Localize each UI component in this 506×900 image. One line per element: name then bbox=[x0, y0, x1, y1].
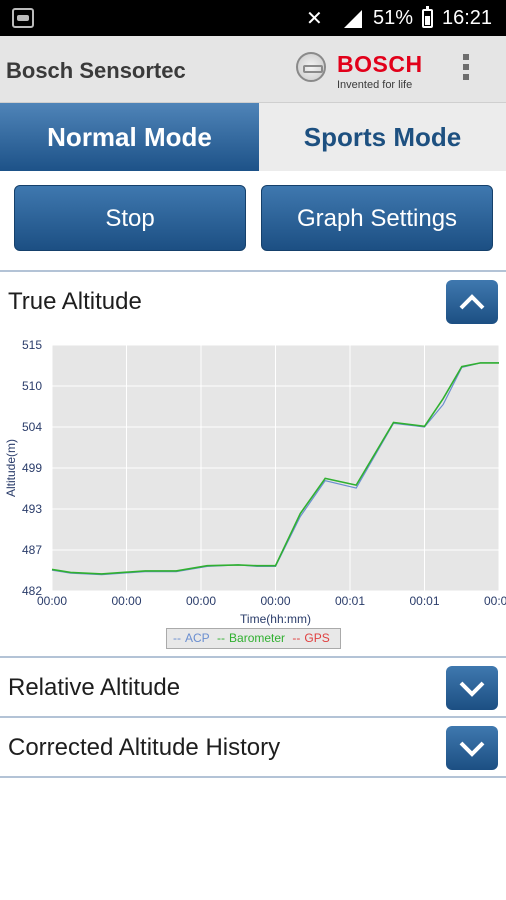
y-tick-label: 482 bbox=[22, 584, 42, 598]
status-bar: ✕ 51% 16:21 bbox=[0, 0, 506, 36]
altitude-chart: 00:0000:0000:0000:0000:0100:0100:0151551… bbox=[0, 328, 506, 654]
chevron-down-icon bbox=[459, 681, 485, 697]
section-corrected-altitude-history: Corrected Altitude History bbox=[0, 716, 506, 778]
legend-acp: ACP bbox=[185, 631, 210, 645]
battery-icon bbox=[422, 6, 433, 28]
x-tick-label: 00:01 bbox=[335, 594, 365, 608]
x-tick-label: 00:00 bbox=[260, 594, 290, 608]
y-tick-label: 504 bbox=[22, 420, 42, 434]
mute-icon: ✕ bbox=[306, 6, 323, 30]
app-title: Bosch Sensortec bbox=[6, 58, 186, 83]
x-tick-label: 00:00 bbox=[186, 594, 216, 608]
altitude-chart-svg: 00:0000:0000:0000:0000:0100:0100:0151551… bbox=[4, 338, 506, 626]
tab-sports-mode[interactable]: Sports Mode bbox=[259, 103, 506, 171]
signal-icon bbox=[344, 10, 362, 28]
y-tick-label: 510 bbox=[22, 379, 42, 393]
mode-tabs: Normal Mode Sports Mode bbox=[0, 103, 506, 171]
x-axis-label: Time(hh:mm) bbox=[240, 612, 311, 626]
notification-app-icon bbox=[12, 8, 34, 28]
stop-button[interactable]: Stop bbox=[14, 185, 246, 251]
tab-normal-mode[interactable]: Normal Mode bbox=[0, 103, 259, 171]
x-tick-label: 00:01 bbox=[409, 594, 439, 608]
battery-percent: 51% bbox=[373, 7, 414, 29]
x-tick-label: 00:01 bbox=[484, 594, 506, 608]
brand-tagline: Invented for life bbox=[337, 79, 413, 91]
chevron-down-icon bbox=[459, 741, 485, 757]
section-true-altitude: True Altitude bbox=[0, 270, 506, 330]
x-tick-label: 00:00 bbox=[111, 594, 141, 608]
y-tick-label: 499 bbox=[22, 461, 42, 475]
section-relative-altitude: Relative Altitude bbox=[0, 656, 506, 716]
chevron-up-icon bbox=[459, 294, 485, 310]
section-title: Relative Altitude bbox=[8, 674, 181, 701]
y-tick-label: 493 bbox=[22, 502, 42, 516]
expand-button[interactable] bbox=[446, 666, 498, 710]
brand-name: BOSCH bbox=[337, 51, 423, 77]
clock: 16:21 bbox=[442, 7, 493, 29]
y-tick-label: 487 bbox=[22, 543, 42, 557]
graph-settings-button[interactable]: Graph Settings bbox=[261, 185, 493, 251]
overflow-menu-icon[interactable] bbox=[460, 54, 472, 86]
section-title: True Altitude bbox=[8, 288, 142, 315]
legend-gps: GPS bbox=[304, 631, 330, 645]
collapse-button[interactable] bbox=[446, 280, 498, 324]
y-axis-label: Altitude(m) bbox=[4, 439, 18, 497]
bosch-logo-icon bbox=[296, 52, 326, 82]
app-bar: Bosch Sensortec BOSCH Invented for life bbox=[0, 36, 506, 103]
legend-barometer: Barometer bbox=[229, 631, 286, 645]
section-title: Corrected Altitude History bbox=[8, 734, 281, 761]
expand-button[interactable] bbox=[446, 726, 498, 770]
chart-legend: -- ACP -- Barometer -- GPS bbox=[166, 628, 341, 649]
y-tick-label: 515 bbox=[22, 338, 42, 352]
